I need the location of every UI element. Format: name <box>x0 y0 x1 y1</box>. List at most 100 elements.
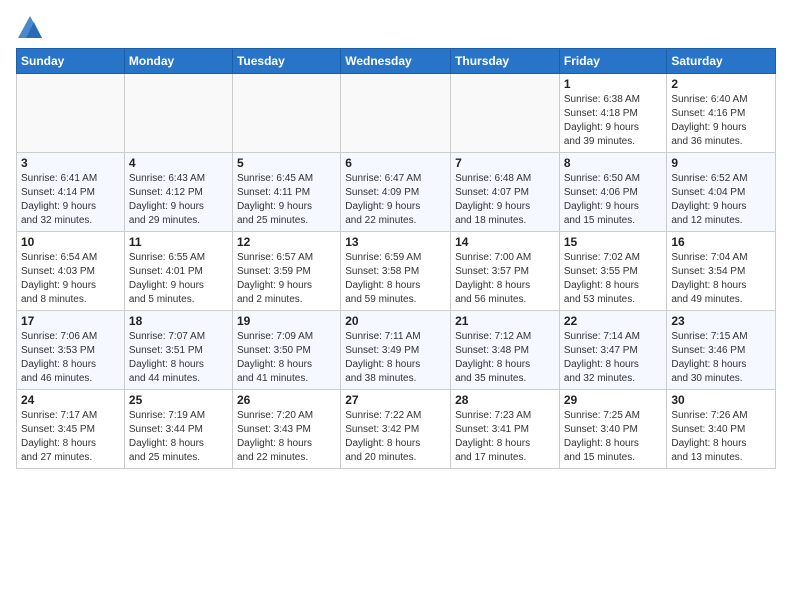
calendar-cell: 3 Sunrise: 6:41 AMSunset: 4:14 PMDaylight… <box>17 153 125 232</box>
cell-info: Sunrise: 7:09 AMSunset: 3:50 PMDaylight:… <box>237 330 336 386</box>
cell-content: 20Sunrise: 7:11 AMSunset: 3:49 PMDayligh… <box>345 314 446 386</box>
cell-content: 18 Sunrise: 7:07 AMSunset: 3:51 PMDayligh… <box>129 314 228 386</box>
calendar-cell: 2Sunrise: 6:40 AMSunset: 4:16 PMDaylight… <box>667 74 776 153</box>
day-number: 25 <box>129 393 228 407</box>
cell-content: 6Sunrise: 6:47 AMSunset: 4:09 PMDaylight… <box>345 156 446 228</box>
calendar-cell: 13Sunrise: 6:59 AMSunset: 3:58 PMDayligh… <box>341 232 451 311</box>
cell-info: Sunrise: 6:57 AMSunset: 3:59 PMDaylight:… <box>237 251 336 307</box>
day-number: 22 <box>564 314 663 328</box>
cell-content: 22 Sunrise: 7:14 AMSunset: 3:47 PMDayligh… <box>564 314 663 386</box>
calendar-cell: 29 Sunrise: 7:25 AMSunset: 3:40 PMDayligh… <box>559 390 667 469</box>
calendar-cell: 24Sunrise: 7:17 AMSunset: 3:45 PMDayligh… <box>17 390 125 469</box>
cell-content: 11 Sunrise: 6:55 AMSunset: 4:01 PMDayligh… <box>129 235 228 307</box>
cell-info: Sunrise: 6:41 AMSunset: 4:14 PMDaylight:… <box>21 172 120 228</box>
cell-content: 23 Sunrise: 7:15 AMSunset: 3:46 PMDayligh… <box>671 314 771 386</box>
calendar-cell: 15 Sunrise: 7:02 AMSunset: 3:55 PMDayligh… <box>559 232 667 311</box>
cell-info: Sunrise: 7:25 AMSunset: 3:40 PMDaylight:… <box>564 409 663 465</box>
day-number: 6 <box>345 156 446 170</box>
cell-content: 1Sunrise: 6:38 AMSunset: 4:18 PMDaylight… <box>564 77 663 149</box>
day-number: 30 <box>671 393 771 407</box>
cell-info: Sunrise: 6:52 AMSunset: 4:04 PMDaylight:… <box>671 172 771 228</box>
cell-info: Sunrise: 6:50 AMSunset: 4:06 PMDaylight:… <box>564 172 663 228</box>
cell-content: 30 Sunrise: 7:26 AMSunset: 3:40 PMDayligh… <box>671 393 771 465</box>
cell-info: Sunrise: 6:55 AMSunset: 4:01 PMDaylight:… <box>129 251 228 307</box>
calendar-cell: 14 Sunrise: 7:00 AMSunset: 3:57 PMDayligh… <box>451 232 560 311</box>
cell-content: 17 Sunrise: 7:06 AMSunset: 3:53 PMDayligh… <box>21 314 120 386</box>
day-number: 3 <box>21 156 120 170</box>
cell-info: Sunrise: 7:06 AMSunset: 3:53 PMDaylight:… <box>21 330 120 386</box>
calendar-header-sunday: Sunday <box>17 49 125 74</box>
calendar-header-saturday: Saturday <box>667 49 776 74</box>
day-number: 18 <box>129 314 228 328</box>
calendar-header-thursday: Thursday <box>451 49 560 74</box>
cell-content: 12Sunrise: 6:57 AMSunset: 3:59 PMDayligh… <box>237 235 336 307</box>
cell-info: Sunrise: 6:59 AMSunset: 3:58 PMDaylight:… <box>345 251 446 307</box>
cell-info: Sunrise: 7:26 AMSunset: 3:40 PMDaylight:… <box>671 409 771 465</box>
cell-content: 27Sunrise: 7:22 AMSunset: 3:42 PMDayligh… <box>345 393 446 465</box>
cell-info: Sunrise: 7:00 AMSunset: 3:57 PMDaylight:… <box>455 251 555 307</box>
calendar-cell: 1Sunrise: 6:38 AMSunset: 4:18 PMDaylight… <box>559 74 667 153</box>
day-number: 15 <box>564 235 663 249</box>
cell-info: Sunrise: 7:17 AMSunset: 3:45 PMDaylight:… <box>21 409 120 465</box>
calendar-cell: 19 Sunrise: 7:09 AMSunset: 3:50 PMDayligh… <box>232 311 340 390</box>
cell-info: Sunrise: 7:11 AMSunset: 3:49 PMDaylight:… <box>345 330 446 386</box>
cell-info: Sunrise: 7:15 AMSunset: 3:46 PMDaylight:… <box>671 330 771 386</box>
calendar-cell: 7Sunrise: 6:48 AMSunset: 4:07 PMDaylight… <box>451 153 560 232</box>
cell-content: 14 Sunrise: 7:00 AMSunset: 3:57 PMDayligh… <box>455 235 555 307</box>
calendar-cell: 5 Sunrise: 6:45 AMSunset: 4:11 PMDaylight… <box>232 153 340 232</box>
logo <box>16 14 48 42</box>
day-number: 19 <box>237 314 336 328</box>
day-number: 5 <box>237 156 336 170</box>
day-number: 28 <box>455 393 555 407</box>
day-number: 29 <box>564 393 663 407</box>
day-number: 8 <box>564 156 663 170</box>
day-number: 4 <box>129 156 228 170</box>
calendar-week-row: 1Sunrise: 6:38 AMSunset: 4:18 PMDaylight… <box>17 74 776 153</box>
cell-info: Sunrise: 7:04 AMSunset: 3:54 PMDaylight:… <box>671 251 771 307</box>
calendar-cell <box>124 74 232 153</box>
calendar-cell <box>451 74 560 153</box>
calendar-cell: 28Sunrise: 7:23 AMSunset: 3:41 PMDayligh… <box>451 390 560 469</box>
calendar-table: SundayMondayTuesdayWednesdayThursdayFrid… <box>16 48 776 469</box>
cell-info: Sunrise: 7:14 AMSunset: 3:47 PMDaylight:… <box>564 330 663 386</box>
cell-content: 24Sunrise: 7:17 AMSunset: 3:45 PMDayligh… <box>21 393 120 465</box>
cell-content: 8 Sunrise: 6:50 AMSunset: 4:06 PMDaylight… <box>564 156 663 228</box>
calendar-cell: 23 Sunrise: 7:15 AMSunset: 3:46 PMDayligh… <box>667 311 776 390</box>
calendar-week-row: 3 Sunrise: 6:41 AMSunset: 4:14 PMDaylight… <box>17 153 776 232</box>
cell-content: 2Sunrise: 6:40 AMSunset: 4:16 PMDaylight… <box>671 77 771 149</box>
day-number: 23 <box>671 314 771 328</box>
calendar-cell: 12Sunrise: 6:57 AMSunset: 3:59 PMDayligh… <box>232 232 340 311</box>
calendar-cell: 6Sunrise: 6:47 AMSunset: 4:09 PMDaylight… <box>341 153 451 232</box>
calendar-cell: 8 Sunrise: 6:50 AMSunset: 4:06 PMDaylight… <box>559 153 667 232</box>
calendar-week-row: 10Sunrise: 6:54 AMSunset: 4:03 PMDayligh… <box>17 232 776 311</box>
calendar-header-wednesday: Wednesday <box>341 49 451 74</box>
cell-info: Sunrise: 6:40 AMSunset: 4:16 PMDaylight:… <box>671 93 771 149</box>
calendar-header-tuesday: Tuesday <box>232 49 340 74</box>
day-number: 9 <box>671 156 771 170</box>
cell-info: Sunrise: 6:54 AMSunset: 4:03 PMDaylight:… <box>21 251 120 307</box>
day-number: 16 <box>671 235 771 249</box>
day-number: 11 <box>129 235 228 249</box>
cell-info: Sunrise: 7:19 AMSunset: 3:44 PMDaylight:… <box>129 409 228 465</box>
day-number: 17 <box>21 314 120 328</box>
cell-content: 21Sunrise: 7:12 AMSunset: 3:48 PMDayligh… <box>455 314 555 386</box>
cell-info: Sunrise: 7:02 AMSunset: 3:55 PMDaylight:… <box>564 251 663 307</box>
calendar-cell: 27Sunrise: 7:22 AMSunset: 3:42 PMDayligh… <box>341 390 451 469</box>
calendar-cell: 22 Sunrise: 7:14 AMSunset: 3:47 PMDayligh… <box>559 311 667 390</box>
cell-info: Sunrise: 7:07 AMSunset: 3:51 PMDaylight:… <box>129 330 228 386</box>
calendar-header-row: SundayMondayTuesdayWednesdayThursdayFrid… <box>17 49 776 74</box>
header <box>16 10 776 42</box>
calendar-cell: 10Sunrise: 6:54 AMSunset: 4:03 PMDayligh… <box>17 232 125 311</box>
day-number: 21 <box>455 314 555 328</box>
cell-content: 25 Sunrise: 7:19 AMSunset: 3:44 PMDayligh… <box>129 393 228 465</box>
calendar-week-row: 24Sunrise: 7:17 AMSunset: 3:45 PMDayligh… <box>17 390 776 469</box>
calendar-week-row: 17 Sunrise: 7:06 AMSunset: 3:53 PMDayligh… <box>17 311 776 390</box>
day-number: 14 <box>455 235 555 249</box>
calendar-cell: 25 Sunrise: 7:19 AMSunset: 3:44 PMDayligh… <box>124 390 232 469</box>
cell-info: Sunrise: 7:20 AMSunset: 3:43 PMDaylight:… <box>237 409 336 465</box>
cell-content: 28Sunrise: 7:23 AMSunset: 3:41 PMDayligh… <box>455 393 555 465</box>
cell-info: Sunrise: 6:45 AMSunset: 4:11 PMDaylight:… <box>237 172 336 228</box>
calendar-cell: 20Sunrise: 7:11 AMSunset: 3:49 PMDayligh… <box>341 311 451 390</box>
calendar-header-friday: Friday <box>559 49 667 74</box>
cell-content: 29 Sunrise: 7:25 AMSunset: 3:40 PMDayligh… <box>564 393 663 465</box>
